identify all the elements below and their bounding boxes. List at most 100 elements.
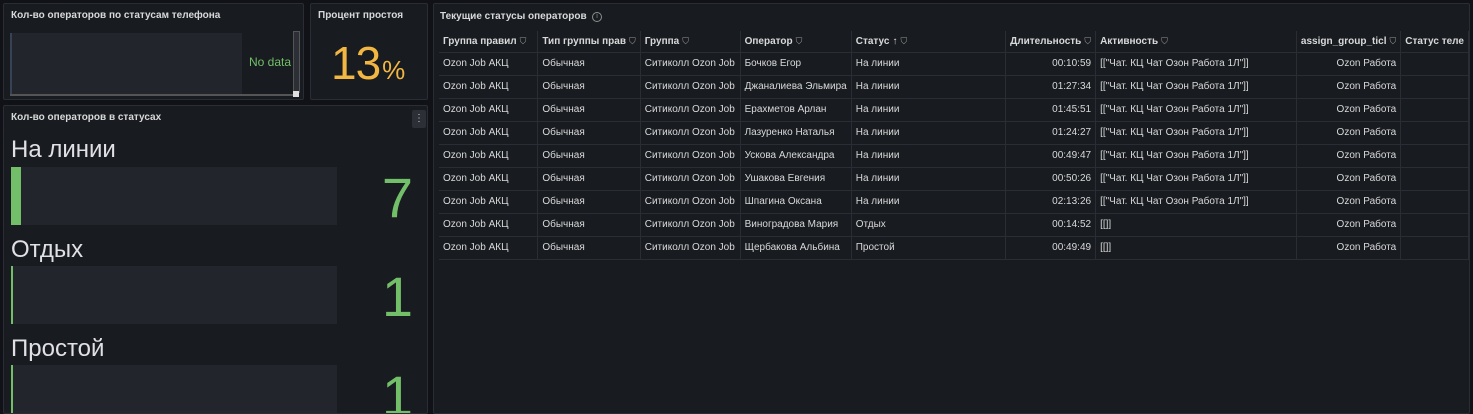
- table-row[interactable]: Ozon Job АКЦ Обычная Ситиколл Ozon Job Ушак…: [439, 167, 1469, 191]
- table-cell: [1400, 167, 1469, 191]
- table-cell: Ozon Работа: [1296, 236, 1402, 260]
- column-header-phone-status[interactable]: Статус теле: [1400, 31, 1469, 53]
- table-cell: Лазуренко Наталья: [740, 121, 852, 145]
- stat-value: 13: [331, 37, 381, 89]
- column-header-group-type[interactable]: Тип группы прав ⛉: [537, 31, 641, 53]
- table-cell: На линии: [851, 121, 1007, 145]
- idle-percent-stat: 13%: [331, 37, 405, 93]
- table-cell: Обычная: [537, 167, 641, 191]
- table-cell: На линии: [851, 98, 1007, 122]
- panel-title: Процент простоя: [318, 10, 404, 21]
- table-cell: Ушакова Евгения: [740, 167, 852, 191]
- panel-title: Кол-во операторов в статусах: [11, 112, 162, 123]
- vertical-scrollbar[interactable]: [293, 31, 300, 93]
- scroll-corner: [293, 91, 299, 97]
- column-header-duration[interactable]: Длительность ⛉: [1005, 31, 1097, 53]
- table-cell: 00:49:47: [1005, 144, 1097, 168]
- table-cell: Ситиколл Ozon Job: [640, 144, 741, 168]
- table-cell: 00:10:59: [1005, 52, 1097, 76]
- filter-icon[interactable]: ⛉: [629, 36, 636, 46]
- table-cell: Ситиколл Ozon Job: [640, 167, 741, 191]
- info-icon[interactable]: i: [592, 12, 602, 22]
- sort-ascending-icon[interactable]: ↑: [892, 36, 897, 47]
- filter-icon[interactable]: ⛉: [682, 36, 689, 46]
- table-cell: [1400, 190, 1469, 214]
- panel-title: Кол-во операторов по статусам телефона: [11, 10, 221, 21]
- table-cell: Ozon Работа: [1296, 190, 1402, 214]
- filter-icon[interactable]: ⛉: [1389, 36, 1396, 46]
- table-cell: Ozon Job АКЦ: [439, 144, 539, 168]
- panel-menu-icon[interactable]: ⋮: [412, 110, 426, 128]
- table-cell: 00:14:52: [1005, 213, 1097, 237]
- table-cell: Ozon Job АКЦ: [439, 190, 539, 214]
- table-row[interactable]: Ozon Job АКЦ Обычная Ситиколл Ozon Job Ерах…: [439, 98, 1469, 122]
- table-cell: На линии: [851, 52, 1007, 76]
- column-header-status[interactable]: Статус ↑ ⛉: [851, 31, 1007, 53]
- status-bar-fill: [11, 266, 13, 324]
- table-cell: Ozon Работа: [1296, 167, 1402, 191]
- idle-percent-panel: Процент простоя 13%: [310, 3, 428, 100]
- filter-icon[interactable]: ⛉: [1161, 36, 1168, 46]
- current-statuses-panel: Текущие статусы операторов i Группа прав…: [433, 3, 1470, 414]
- horizontal-scrollbar[interactable]: [10, 94, 296, 96]
- filter-icon[interactable]: ⛉: [900, 36, 907, 46]
- table-cell: [1400, 144, 1469, 168]
- column-header-assign-group[interactable]: assign_group_ticl ⛉: [1296, 31, 1402, 53]
- status-label-idle: Простой: [11, 335, 105, 362]
- table-cell: [["Чат. КЦ Чат Озон Работа 1Л"]]: [1095, 121, 1297, 145]
- status-value-rest: 1: [381, 265, 413, 328]
- table-cell: Обычная: [537, 75, 641, 99]
- table-row[interactable]: Ozon Job АКЦ Обычная Ситиколл Ozon Job Шпаг…: [439, 190, 1469, 214]
- column-header-group[interactable]: Группа ⛉: [640, 31, 741, 53]
- column-label: assign_group_ticl: [1300, 35, 1387, 47]
- table-cell: Ozon Работа: [1296, 121, 1402, 145]
- column-header-rule-group[interactable]: Группа правил ⛉: [439, 31, 539, 53]
- column-label: Тип группы прав: [542, 35, 626, 47]
- table-cell: [["Чат. КЦ Чат Озон Работа 1Л"]]: [1095, 52, 1297, 76]
- table-cell: Ozon Job АКЦ: [439, 52, 539, 76]
- filter-icon[interactable]: ⛉: [1084, 36, 1091, 46]
- operators-table: Группа правил ⛉ Тип группы прав ⛉ Группа ⛉ …: [439, 31, 1469, 260]
- table-cell: Ускова Александра: [740, 144, 852, 168]
- table-cell: [1400, 98, 1469, 122]
- table-cell: 01:45:51: [1005, 98, 1097, 122]
- table-row[interactable]: Ozon Job АКЦ Обычная Ситиколл Ozon Job Вино…: [439, 213, 1469, 237]
- column-label: Длительность: [1010, 35, 1082, 47]
- table-cell: [1400, 75, 1469, 99]
- table-cell: [[]]: [1095, 236, 1297, 260]
- table-cell: [1400, 213, 1469, 237]
- table-cell: Ozon Job АКЦ: [439, 236, 539, 260]
- stat-unit: %: [382, 55, 405, 85]
- table-cell: 01:27:34: [1005, 75, 1097, 99]
- table-cell: Ozon Job АКЦ: [439, 167, 539, 191]
- table-cell: Ozon Job АКЦ: [439, 121, 539, 145]
- table-cell: Щербакова Альбина: [740, 236, 852, 260]
- table-cell: Ozon Работа: [1296, 98, 1402, 122]
- table-row[interactable]: Ozon Job АКЦ Обычная Ситиколл Ozon Job Щерб…: [439, 236, 1469, 260]
- status-value-idle: 1: [381, 364, 413, 414]
- table-cell: На линии: [851, 167, 1007, 191]
- table-cell: Ozon Работа: [1296, 144, 1402, 168]
- column-header-activity[interactable]: Активность ⛉: [1095, 31, 1297, 53]
- table-row[interactable]: Ozon Job АКЦ Обычная Ситиколл Ozon Job Бочк…: [439, 52, 1469, 76]
- graph-area: [10, 33, 242, 95]
- table-cell: [1400, 236, 1469, 260]
- table-cell: Обычная: [537, 121, 641, 145]
- table-row[interactable]: Ozon Job АКЦ Обычная Ситиколл Ozon Job Лазу…: [439, 121, 1469, 145]
- filter-icon[interactable]: ⛉: [520, 36, 527, 46]
- table-cell: Бочков Егор: [740, 52, 852, 76]
- table-cell: Ерахметов Арлан: [740, 98, 852, 122]
- operators-in-status-panel: Кол-во операторов в статусах ⋮ На линии …: [3, 105, 428, 414]
- column-header-operator[interactable]: Оператор ⛉: [740, 31, 852, 53]
- table-row[interactable]: Ozon Job АКЦ Обычная Ситиколл Ozon Job Уско…: [439, 144, 1469, 168]
- table-row[interactable]: Ozon Job АКЦ Обычная Ситиколл Ozon Job Джан…: [439, 75, 1469, 99]
- table-header-row: Группа правил ⛉ Тип группы прав ⛉ Группа ⛉ …: [439, 31, 1469, 53]
- panel-title: Текущие статусы операторов: [440, 11, 587, 22]
- filter-icon[interactable]: ⛉: [796, 36, 803, 46]
- column-label: Статус теле: [1405, 35, 1464, 47]
- table-cell: Ozon Работа: [1296, 75, 1402, 99]
- table-cell: Обычная: [537, 190, 641, 214]
- table-cell: Ситиколл Ozon Job: [640, 190, 741, 214]
- status-bar-fill: [11, 167, 21, 225]
- status-label-rest: Отдых: [11, 236, 84, 263]
